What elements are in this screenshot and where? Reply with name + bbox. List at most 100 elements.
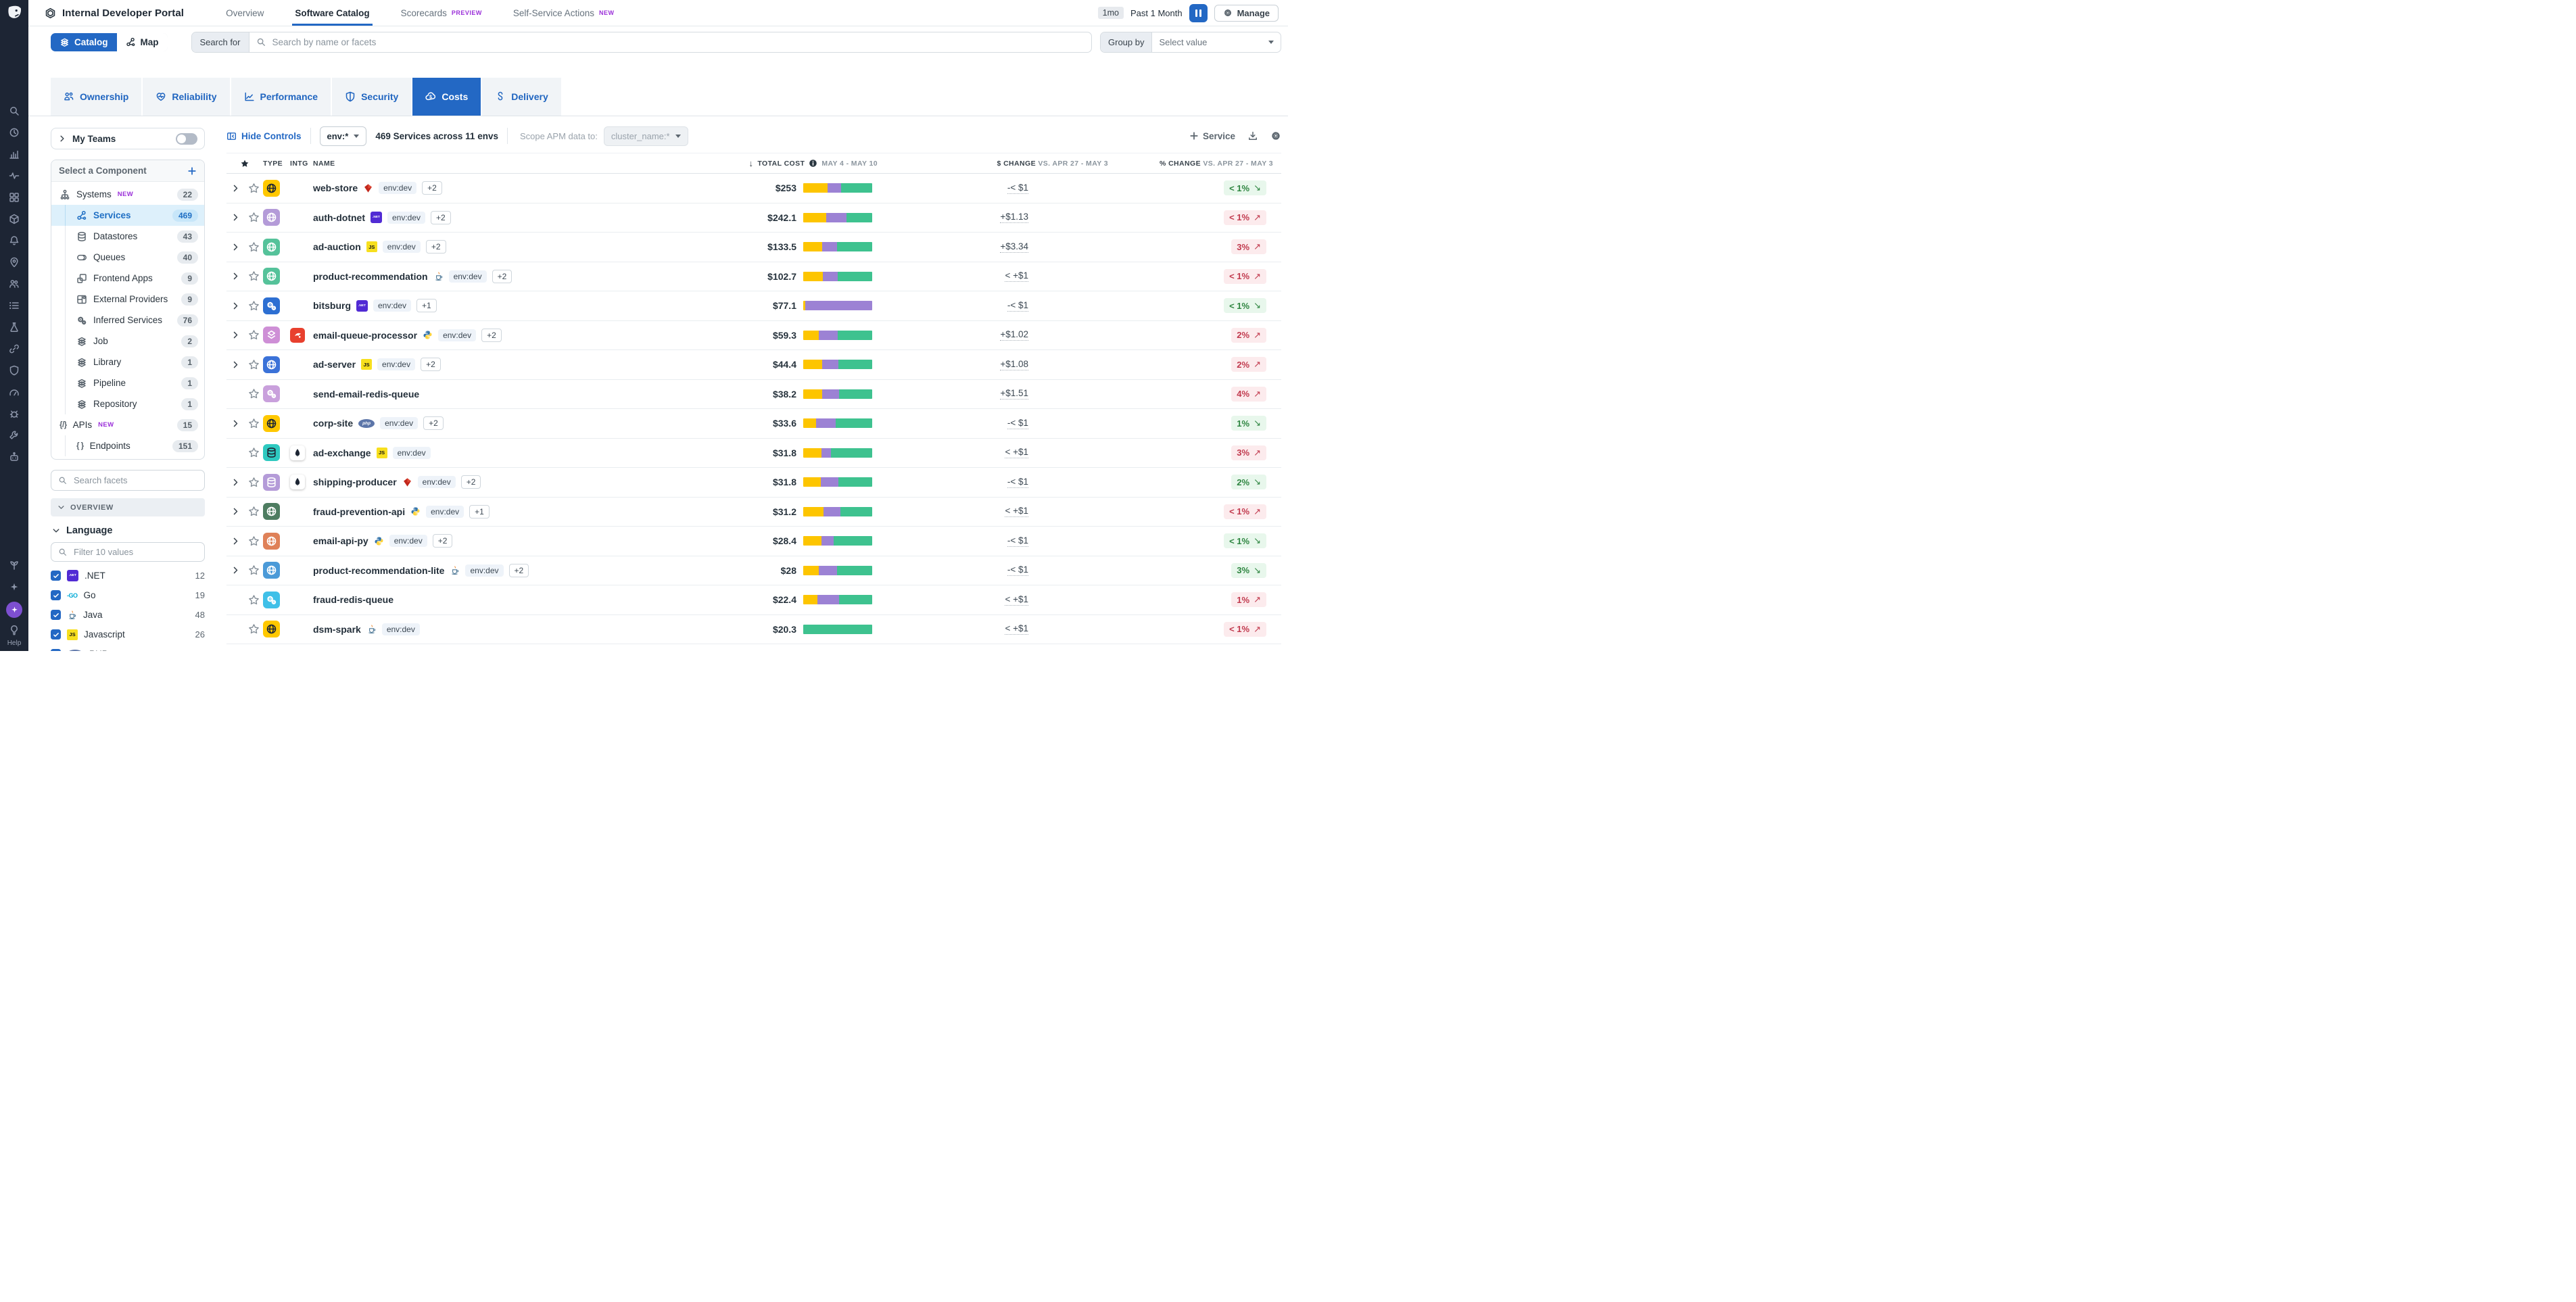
expand-chevron-icon[interactable] [231,272,240,281]
expand-chevron-icon[interactable] [231,537,240,546]
favorite-star-icon[interactable] [244,183,263,194]
nav-plant-icon[interactable] [3,554,25,576]
favorite-star-icon[interactable] [244,241,263,253]
facet-search-input[interactable] [72,475,197,486]
favorite-star-icon[interactable] [244,506,263,517]
more-envs-chip[interactable]: +1 [416,299,437,312]
expand-chevron-icon[interactable] [231,507,240,516]
service-name-link[interactable]: web-store [313,183,358,193]
service-name-link[interactable]: product-recommendation-lite [313,565,444,576]
hide-controls-button[interactable]: Hide Controls [226,131,302,141]
nav-rum-icon[interactable] [3,273,25,295]
service-name-link[interactable]: send-email-redis-queue [313,389,419,400]
more-envs-chip[interactable]: +2 [422,181,442,195]
nav-metrics-icon[interactable] [3,143,25,165]
help-bulb-icon[interactable] [3,621,25,639]
nav-apm-icon[interactable] [3,316,25,338]
expand-chevron-icon[interactable] [231,331,240,339]
cluster-scope-dropdown[interactable]: cluster_name:* [604,126,688,146]
datadog-logo-icon[interactable] [0,0,28,26]
sidebar-item-systems[interactable]: SystemsNEW22 [51,184,204,205]
sidebar-item-endpoints[interactable]: { }Endpoints151 [51,435,204,456]
time-range-badge[interactable]: 1mo [1098,7,1124,19]
tab-performance[interactable]: Performance [231,78,331,116]
more-envs-chip[interactable]: +2 [426,240,446,254]
nav-wrench-icon[interactable] [3,425,25,446]
sidebar-item-inferred-services[interactable]: Inferred Services76 [51,310,204,331]
favorite-star-icon[interactable] [244,447,263,458]
sidebar-item-library[interactable]: Library1 [51,352,204,372]
my-teams-toggle[interactable] [176,133,197,145]
language-filter-input[interactable] [72,546,197,558]
expand-chevron-icon[interactable] [231,184,240,193]
checkbox-checked[interactable] [51,629,61,640]
env-chip[interactable]: env:dev [380,417,418,429]
tab-security[interactable]: Security [332,78,411,116]
user-avatar[interactable] [6,602,22,618]
more-envs-chip[interactable]: +2 [492,270,512,283]
favorite-star-icon[interactable] [244,388,263,400]
env-chip[interactable]: env:dev [379,182,416,194]
nav-search-icon[interactable] [3,100,25,122]
env-chip[interactable]: env:dev [387,212,425,224]
service-name-link[interactable]: product-recommendation [313,271,428,282]
more-envs-chip[interactable]: +2 [431,211,451,224]
env-chip[interactable]: env:dev [418,476,456,488]
more-envs-chip[interactable]: +2 [481,329,502,342]
sidebar-item-job[interactable]: Job2 [51,331,204,352]
service-name-link[interactable]: ad-server [313,359,356,370]
service-name-link[interactable]: fraud-redis-queue [313,594,393,605]
env-chip[interactable]: env:dev [393,447,431,459]
nav-traces-icon[interactable] [3,165,25,187]
manage-button[interactable]: Manage [1214,5,1279,22]
dollar-change-column-header[interactable]: $ CHANGE VS. APR 27 - MAY 3 [917,160,1108,168]
time-range-label[interactable]: Past 1 Month [1130,8,1183,18]
service-name-link[interactable]: ad-exchange [313,448,371,458]
expand-chevron-icon[interactable] [231,243,240,251]
favorite-star-icon[interactable] [244,212,263,223]
service-name-link[interactable]: email-queue-processor [313,330,417,341]
service-name-link[interactable]: bitsburg [313,300,351,311]
nav-infrastructure-icon[interactable] [3,208,25,230]
favorite-star-icon[interactable] [244,270,263,282]
nav-bug-icon[interactable] [3,403,25,425]
tab-ownership[interactable]: Ownership [51,78,141,116]
nav-security-icon[interactable] [3,360,25,381]
more-envs-chip[interactable]: +2 [461,475,481,489]
nav-gauge-icon[interactable] [3,381,25,403]
expand-chevron-icon[interactable] [231,213,240,222]
env-chip[interactable]: env:dev [465,564,503,577]
language-option-javascript[interactable]: JSJavascript26 [51,625,205,644]
more-envs-chip[interactable]: +1 [469,505,490,519]
sidebar-item-pipeline[interactable]: Pipeline1 [51,372,204,393]
tab-reliability[interactable]: Reliability [143,78,229,116]
env-chip[interactable]: env:dev [449,270,487,283]
service-name-link[interactable]: shipping-producer [313,477,397,487]
overview-section-header[interactable]: OVERVIEW [51,498,205,516]
nav-robot-icon[interactable] [3,446,25,468]
expand-chevron-icon[interactable] [231,302,240,310]
env-chip[interactable]: env:dev [373,299,411,312]
tab-delivery[interactable]: Delivery [482,78,560,116]
nav-monitors-icon[interactable] [3,230,25,251]
view-catalog-button[interactable]: Catalog [51,33,117,51]
favorite-star-icon[interactable] [244,535,263,547]
env-chip[interactable]: env:dev [426,506,464,518]
search-input[interactable] [271,37,1085,48]
add-service-button[interactable]: Service [1189,131,1235,141]
sidebar-item-queues[interactable]: Queues40 [51,247,204,268]
nav-dashboards-icon[interactable] [3,187,25,208]
checkbox-checked[interactable] [51,571,61,581]
env-chip[interactable]: env:dev [389,535,427,547]
help-label[interactable]: Help [7,640,22,647]
env-chip[interactable]: env:dev [382,623,420,635]
nav-logs-icon[interactable] [3,295,25,316]
add-component-button[interactable] [187,166,197,176]
view-map-button[interactable]: Map [117,33,168,51]
favorite-star-icon[interactable] [244,359,263,370]
env-chip[interactable]: env:dev [377,358,415,370]
service-name-link[interactable]: email-api-py [313,535,368,546]
more-envs-chip[interactable]: +2 [433,534,453,548]
top-nav-scorecards[interactable]: ScorecardsPREVIEW [401,0,482,26]
sidebar-item-apis[interactable]: {/}APIsNEW15 [51,414,204,435]
